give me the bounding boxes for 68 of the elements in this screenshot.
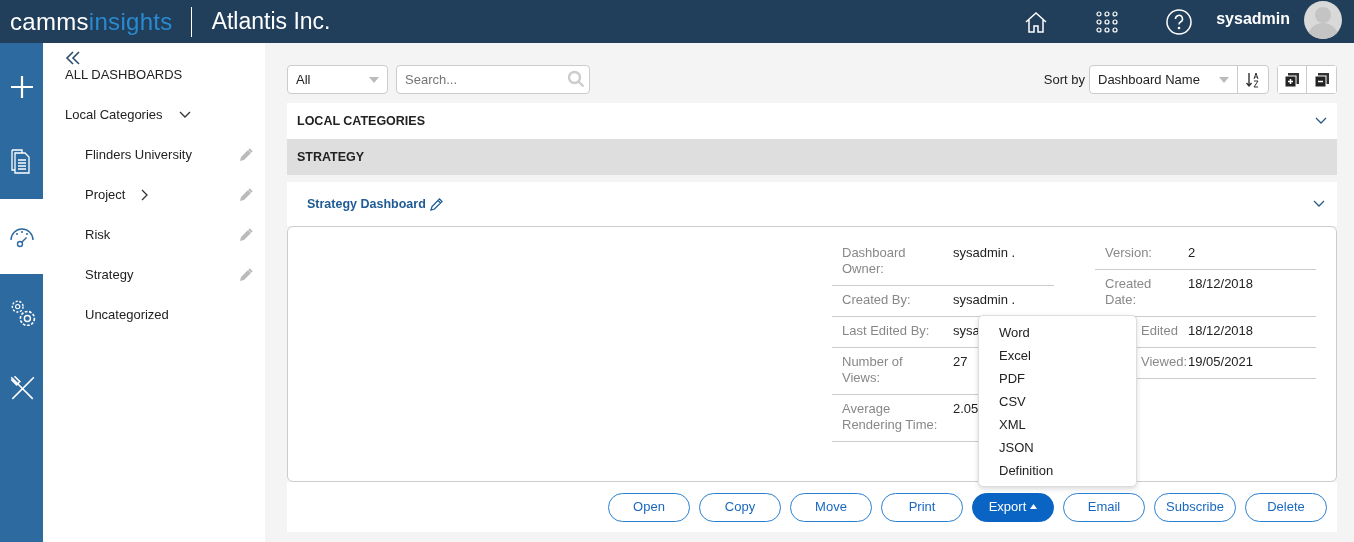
detail-value: 18/12/2018 [1188, 276, 1254, 293]
category-header[interactable]: STRATEGY [287, 139, 1337, 175]
sort-select[interactable]: Dashboard Name [1089, 65, 1269, 94]
help-icon[interactable] [1166, 8, 1193, 35]
chevron-down-icon[interactable] [178, 110, 191, 119]
menu-item[interactable]: Excel [979, 344, 1136, 367]
home-icon[interactable] [1024, 10, 1049, 33]
detail-label: Last Edited By: [842, 323, 931, 339]
detail-value: 18/12/2018 [1188, 323, 1254, 339]
user-name[interactable]: sysadmin [1216, 6, 1290, 31]
sidebar-item[interactable]: Flinders University [85, 144, 192, 165]
detail-label: Edited [1140, 323, 1179, 339]
menu-item[interactable]: CSV [979, 390, 1136, 413]
search-field[interactable]: Search... [396, 65, 590, 94]
detail-label: Average Rendering Time: [842, 401, 939, 433]
category-title: LOCAL CATEGORIES [297, 112, 425, 130]
action-button[interactable]: Move [790, 492, 872, 522]
action-button[interactable]: Subscribe [1154, 492, 1236, 522]
sidebar-item[interactable]: Risk [85, 224, 111, 245]
expand-all-button[interactable] [1277, 65, 1307, 94]
sidebar-item[interactable]: Uncategorized [85, 304, 169, 325]
detail-value: 19/05/2021 [1188, 354, 1254, 370]
detail-value: 2 [1188, 245, 1196, 261]
action-button[interactable]: Open [608, 492, 690, 522]
category-header[interactable]: LOCAL CATEGORIES [287, 103, 1337, 139]
expand-all-icon [1285, 72, 1299, 87]
detail-label: Version: [1105, 245, 1153, 261]
chevron-down-icon[interactable] [1313, 200, 1325, 208]
detail-value: sysadmin . [953, 292, 1016, 308]
chevron-down-icon[interactable] [1315, 117, 1327, 125]
menu-item[interactable]: XML [979, 413, 1136, 436]
plus-icon [8, 73, 35, 100]
detail-value: 2.05 [953, 401, 979, 418]
filter-select[interactable]: All [287, 65, 388, 94]
pencil-icon[interactable] [429, 197, 443, 211]
detail-label: Dashboard Owner: [842, 245, 907, 277]
detail-label: Created By: [842, 292, 912, 308]
menu-item[interactable]: PDF [979, 367, 1136, 390]
detail-label: Created Date: [1105, 276, 1153, 308]
detail-value: sysadmin . [953, 245, 1016, 262]
sort-label: Sort by [1043, 70, 1085, 89]
logo: cammsinsights [9, 9, 173, 34]
detail-label: Number of Views: [842, 354, 904, 386]
action-button[interactable]: Print [881, 492, 963, 522]
apps-grid-icon[interactable] [1096, 10, 1119, 33]
chevron-right-icon[interactable] [141, 188, 150, 201]
menu-item[interactable]: Word [979, 321, 1136, 344]
dashboard-name[interactable]: Strategy Dashboard [307, 194, 426, 214]
action-button[interactable]: Export [972, 492, 1054, 522]
dashboard-row[interactable]: Strategy Dashboard [287, 182, 1337, 226]
collapse-all-button[interactable] [1307, 65, 1337, 94]
action-button[interactable]: Delete [1245, 492, 1327, 522]
collapse-all-icon [1314, 72, 1329, 87]
detail-label: Viewed: [1140, 354, 1188, 370]
menu-item[interactable]: Definition [979, 459, 1136, 482]
sidebar-title[interactable]: ALL DASHBOARDS [65, 65, 265, 85]
organization-name: Atlantis Inc. [211, 7, 331, 37]
action-button[interactable]: Copy [699, 492, 781, 522]
sidebar-item[interactable]: Strategy [85, 264, 134, 285]
action-button[interactable]: Email [1063, 492, 1145, 522]
category-title: STRATEGY [297, 148, 365, 166]
sidebar-section[interactable]: Local Categories [65, 104, 163, 125]
sort-order-icon[interactable] [1246, 71, 1260, 88]
detail-value: 27 [953, 354, 968, 371]
menu-item[interactable]: JSON [979, 436, 1136, 459]
avatar[interactable] [1304, 0, 1342, 39]
sidebar-item[interactable]: Project [85, 184, 126, 205]
collapse-icon[interactable] [65, 51, 81, 65]
